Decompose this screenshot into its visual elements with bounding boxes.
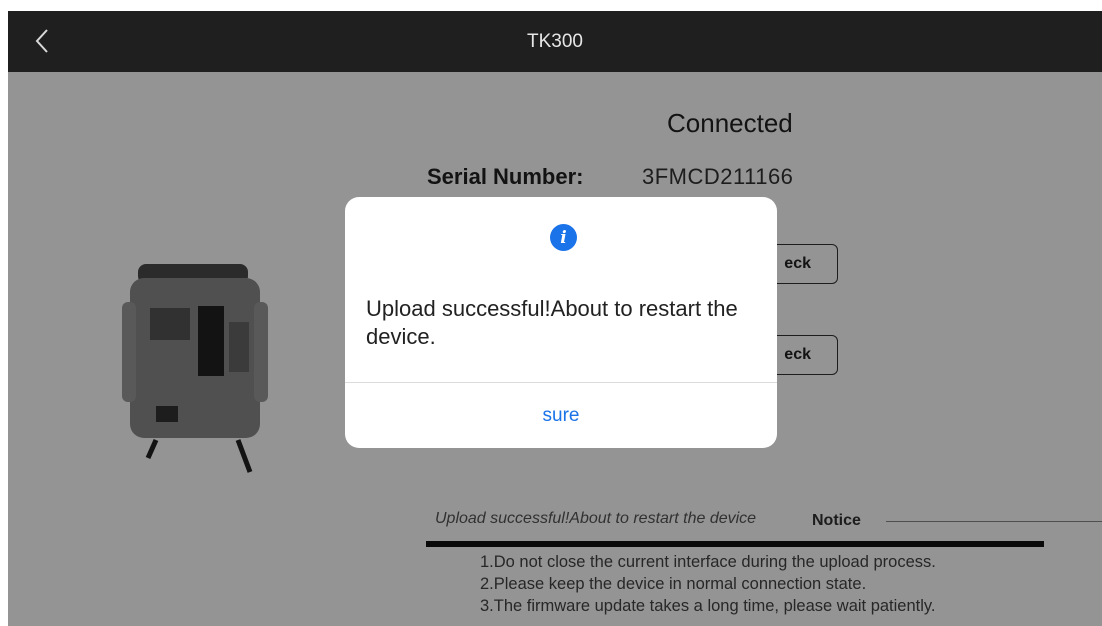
dialog-message: Upload successful!About to restart the d…: [366, 296, 738, 349]
alert-dialog: i Upload successful!About to restart the…: [345, 197, 777, 448]
info-icon: i: [550, 224, 577, 251]
page-title: TK300: [527, 30, 583, 52]
sure-button[interactable]: sure: [345, 383, 777, 448]
app-screen: TK300 Connected Serial Number: 3FMCD2111…: [8, 11, 1102, 626]
top-bar: TK300: [8, 11, 1102, 72]
